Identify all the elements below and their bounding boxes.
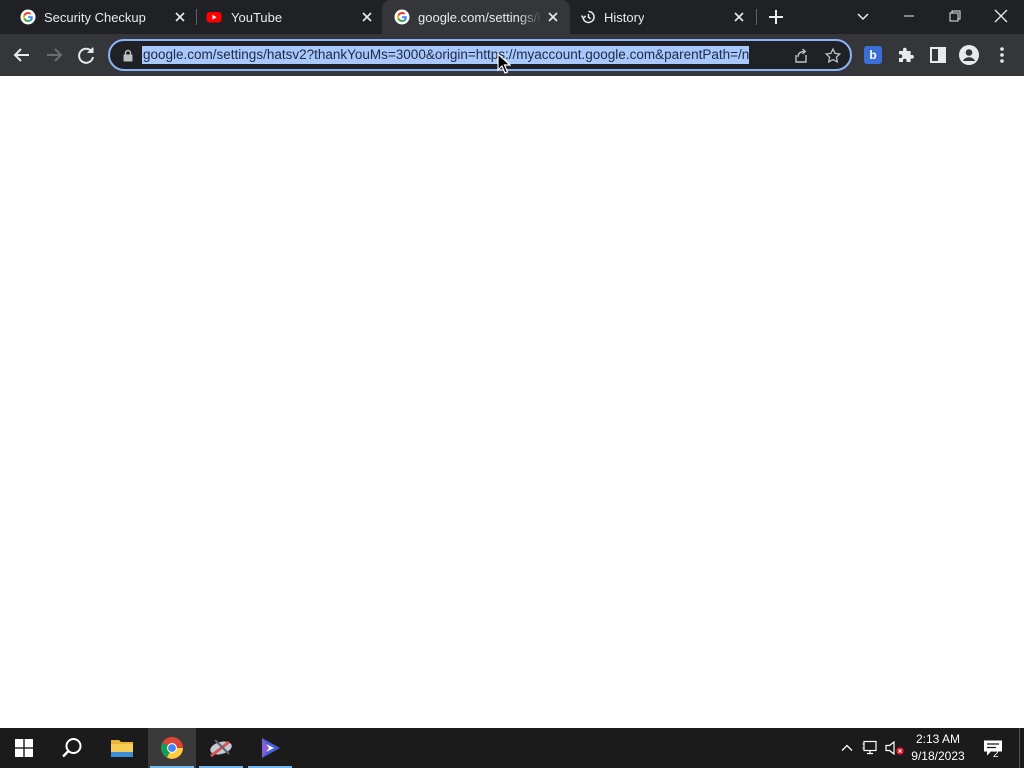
tab-separator (756, 9, 757, 25)
browser-toolbar: google.com/settings/hatsv2?thankYouMs=30… (0, 34, 1024, 76)
google-g-icon (394, 9, 410, 25)
address-bar[interactable]: google.com/settings/hatsv2?thankYouMs=30… (108, 39, 852, 71)
tab-title: YouTube (231, 10, 283, 25)
start-button[interactable] (0, 728, 48, 768)
windows-taskbar: 2:13 AM 9/18/2023 2 (0, 728, 1024, 768)
share-icon[interactable] (792, 47, 810, 65)
tab-history[interactable]: History (570, 0, 756, 34)
close-icon[interactable] (732, 10, 746, 24)
url-field-wrapper[interactable]: google.com/settings/hatsv2?thankYouMs=30… (142, 46, 786, 64)
windows-logo-icon (15, 739, 33, 757)
taskbar-file-explorer[interactable] (98, 728, 146, 768)
close-icon[interactable] (173, 10, 187, 24)
volume-muted-icon (885, 740, 904, 756)
profile-avatar-icon[interactable] (957, 43, 981, 67)
tab-search-chevron-down-icon[interactable] (851, 4, 875, 28)
search-icon (62, 738, 82, 758)
close-icon[interactable] (360, 10, 374, 24)
back-arrow-icon[interactable] (10, 43, 34, 67)
google-g-icon (20, 9, 36, 25)
tab-title-fade (518, 6, 542, 28)
tab-strip: Security Checkup YouTube google.com/sett… (0, 0, 1024, 34)
new-tab-plus-icon[interactable] (766, 7, 786, 27)
file-explorer-icon (111, 740, 133, 757)
chevron-up-icon (841, 744, 853, 751)
mouse-cursor-icon (497, 53, 511, 74)
lock-icon[interactable] (122, 49, 134, 62)
snipping-tool-icon (210, 739, 232, 758)
tray-volume[interactable] (884, 728, 906, 768)
clock-date: 9/18/2023 (911, 749, 965, 763)
tab-google-settings[interactable]: google.com/settings/h (382, 0, 570, 34)
tray-network[interactable] (860, 728, 882, 768)
restore-icon[interactable] (943, 4, 967, 28)
network-icon (862, 740, 877, 755)
clock-time: 2:13 AM (915, 732, 961, 746)
forward-arrow-icon[interactable] (42, 43, 66, 67)
close-icon[interactable] (546, 10, 560, 24)
action-center-button[interactable] (980, 728, 1006, 768)
tab-youtube[interactable]: YouTube (188, 0, 384, 34)
bing-extension-icon[interactable]: b (864, 46, 882, 64)
side-panel-icon[interactable] (926, 43, 950, 67)
show-desktop-button[interactable] (1019, 728, 1024, 768)
tab-title: History (604, 10, 645, 25)
taskbar-search-button[interactable] (48, 728, 96, 768)
taskbar-snipping-tool[interactable] (197, 728, 245, 768)
url-text-selected[interactable]: google.com/settings/hatsv2?thankYouMs=30… (142, 46, 750, 64)
bookmark-star-icon[interactable] (824, 47, 842, 65)
youtube-icon (206, 12, 222, 23)
tray-overflow[interactable] (836, 728, 858, 768)
tray-clock[interactable]: 2:13 AM 9/18/2023 (908, 731, 968, 765)
video-editor-icon (262, 738, 280, 758)
reload-icon[interactable] (74, 43, 98, 67)
taskbar-chrome[interactable] (148, 728, 196, 768)
minimize-icon[interactable] (897, 4, 921, 28)
chrome-menu-kebab-icon[interactable] (990, 43, 1014, 67)
taskbar-video-editor[interactable] (246, 728, 294, 768)
tab-security-checkup[interactable]: Security Checkup (0, 0, 196, 34)
history-icon (580, 10, 595, 24)
tab-title: Security Checkup (44, 10, 146, 25)
close-window-icon[interactable] (989, 4, 1013, 28)
notification-count-badge: 2 (993, 749, 999, 760)
extensions-puzzle-icon[interactable] (894, 43, 918, 67)
chrome-icon (161, 737, 183, 759)
page-content-blank (0, 76, 1024, 728)
